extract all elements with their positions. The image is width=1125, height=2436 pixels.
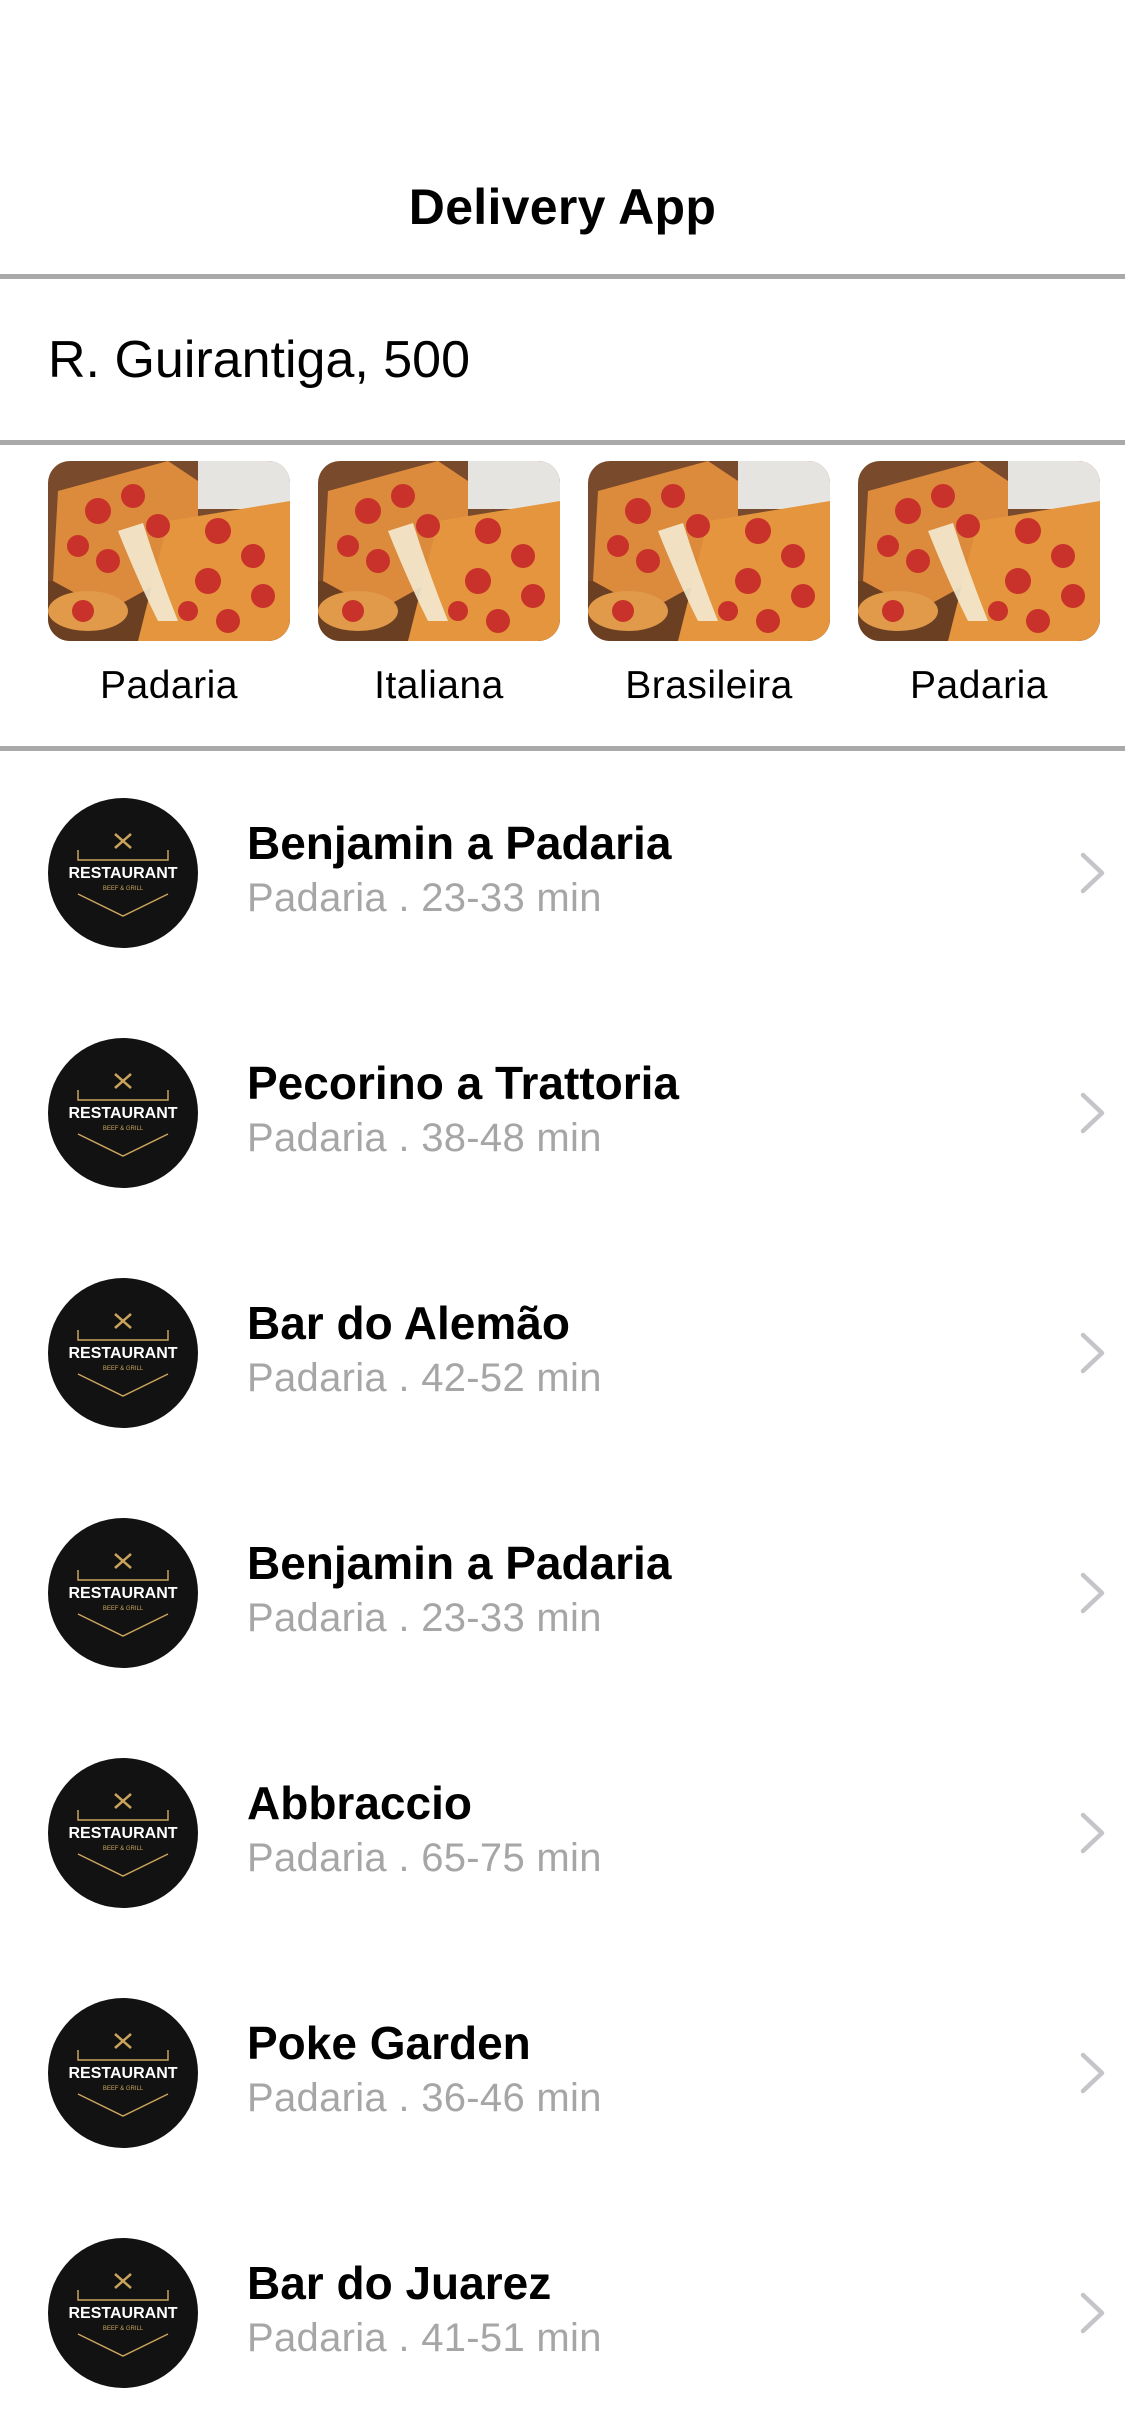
restaurant-name: Bar do Alemão	[247, 1297, 570, 1349]
category-image	[588, 461, 830, 641]
logo-subtext: BEEF & GRILL	[103, 1126, 144, 1132]
logo-text: RESTAURANT	[68, 2065, 177, 2082]
restaurant-name: Benjamin a Padaria	[247, 1537, 672, 1589]
restaurant-subtitle: Padaria . 36-46 min	[247, 2076, 602, 2120]
page-title: Delivery App	[408, 179, 717, 235]
crossed-fork-knife-icon	[114, 2033, 132, 2049]
category-image	[48, 461, 290, 641]
category-label: Padaria	[910, 664, 1048, 707]
logo-subtext: BEEF & GRILL	[103, 2326, 144, 2332]
logo-subtext: BEEF & GRILL	[103, 1606, 144, 1612]
address-divider	[0, 440, 1125, 445]
address-text: R. Guirantiga, 500	[48, 331, 471, 389]
logo-text: RESTAURANT	[68, 1825, 177, 1842]
restaurant-logo: RESTAURANT BEEF & GRILL	[48, 1758, 198, 1908]
crossed-fork-knife-icon	[114, 1793, 132, 1809]
restaurant-logo: RESTAURANT BEEF & GRILL	[48, 798, 198, 948]
restaurant-subtitle: Padaria . 38-48 min	[247, 1116, 602, 1160]
category-item[interactable]: Brasileira	[588, 461, 830, 731]
restaurant-logo: RESTAURANT BEEF & GRILL	[48, 2238, 198, 2388]
category-item[interactable]: Italiana	[318, 461, 560, 731]
restaurant-row[interactable]: RESTAURANT BEEF & GRILL Bar do Juarez Pa…	[0, 2192, 1125, 2432]
logo-text: RESTAURANT	[68, 1105, 177, 1122]
restaurant-logo-emblem: RESTAURANT BEEF & GRILL	[68, 1073, 178, 1157]
restaurant-name: Pecorino a Trattoria	[247, 1057, 680, 1109]
chevron-right-icon	[1080, 1572, 1105, 1614]
category-item[interactable]: Padaria	[858, 461, 1100, 731]
logo-subtext: BEEF & GRILL	[103, 1846, 144, 1852]
chevron-right-icon	[1080, 2052, 1105, 2094]
restaurant-row[interactable]: RESTAURANT BEEF & GRILL Pecorino a Tratt…	[0, 992, 1125, 1232]
chevron-right-icon	[1080, 852, 1105, 894]
crossed-fork-knife-icon	[114, 2273, 132, 2289]
pizza-photo	[318, 461, 560, 641]
restaurant-subtitle: Padaria . 65-75 min	[247, 1836, 602, 1880]
chevron-right-icon	[1080, 1332, 1105, 1374]
pizza-photo	[858, 461, 1100, 641]
chevron-right-icon	[1080, 1092, 1105, 1134]
category-label: Italiana	[374, 664, 504, 707]
restaurant-logo: RESTAURANT BEEF & GRILL	[48, 1038, 198, 1188]
category-item[interactable]: Padaria	[48, 461, 290, 731]
restaurant-row[interactable]: RESTAURANT BEEF & GRILL Poke Garden Pada…	[0, 1952, 1125, 2192]
restaurant-logo: RESTAURANT BEEF & GRILL	[48, 1278, 198, 1428]
restaurant-logo-emblem: RESTAURANT BEEF & GRILL	[68, 2033, 178, 2117]
restaurant-subtitle: Padaria . 23-33 min	[247, 1596, 602, 1640]
delivery-app-screen: Delivery App R. Guirantiga, 500 Padaria …	[0, 0, 1125, 2436]
restaurant-row[interactable]: RESTAURANT BEEF & GRILL Benjamin a Padar…	[0, 1472, 1125, 1712]
category-image	[318, 461, 560, 641]
chevron-right-icon	[1080, 2292, 1105, 2334]
chevron-right-icon	[1080, 1812, 1105, 1854]
logo-text: RESTAURANT	[68, 2305, 177, 2322]
crossed-fork-knife-icon	[114, 1073, 132, 1089]
navigation-bar: Delivery App	[0, 0, 1125, 277]
restaurant-name: Bar do Juarez	[247, 2257, 552, 2309]
restaurant-subtitle: Padaria . 41-51 min	[247, 2316, 602, 2360]
header-divider	[0, 274, 1125, 279]
crossed-fork-knife-icon	[114, 1553, 132, 1569]
restaurant-logo: RESTAURANT BEEF & GRILL	[48, 1518, 198, 1668]
category-label: Padaria	[100, 664, 238, 707]
restaurant-subtitle: Padaria . 42-52 min	[247, 1356, 602, 1400]
restaurant-logo: RESTAURANT BEEF & GRILL	[48, 1998, 198, 2148]
logo-text: RESTAURANT	[68, 865, 177, 882]
crossed-fork-knife-icon	[114, 833, 132, 849]
categories-divider	[0, 746, 1125, 751]
logo-subtext: BEEF & GRILL	[103, 886, 144, 892]
restaurant-row[interactable]: RESTAURANT BEEF & GRILL Benjamin a Padar…	[0, 752, 1125, 992]
restaurant-name: Abbraccio	[247, 1777, 472, 1829]
restaurant-name: Poke Garden	[247, 2017, 531, 2069]
restaurant-row[interactable]: RESTAURANT BEEF & GRILL Bar do Alemão Pa…	[0, 1232, 1125, 1472]
pizza-photo	[48, 461, 290, 641]
logo-text: RESTAURANT	[68, 1585, 177, 1602]
restaurant-row[interactable]: RESTAURANT BEEF & GRILL Abbraccio Padari…	[0, 1712, 1125, 1952]
crossed-fork-knife-icon	[114, 1313, 132, 1329]
logo-subtext: BEEF & GRILL	[103, 2086, 144, 2092]
restaurant-logo-emblem: RESTAURANT BEEF & GRILL	[68, 1793, 178, 1877]
category-label: Brasileira	[625, 664, 793, 707]
pizza-photo	[588, 461, 830, 641]
logo-subtext: BEEF & GRILL	[103, 1366, 144, 1372]
restaurant-logo-emblem: RESTAURANT BEEF & GRILL	[68, 2273, 178, 2357]
logo-text: RESTAURANT	[68, 1345, 177, 1362]
restaurant-logo-emblem: RESTAURANT BEEF & GRILL	[68, 1553, 178, 1637]
category-image	[858, 461, 1100, 641]
restaurant-name: Benjamin a Padaria	[247, 817, 672, 869]
restaurant-logo-emblem: RESTAURANT BEEF & GRILL	[68, 833, 178, 917]
restaurant-subtitle: Padaria . 23-33 min	[247, 876, 602, 920]
restaurant-logo-emblem: RESTAURANT BEEF & GRILL	[68, 1313, 178, 1397]
